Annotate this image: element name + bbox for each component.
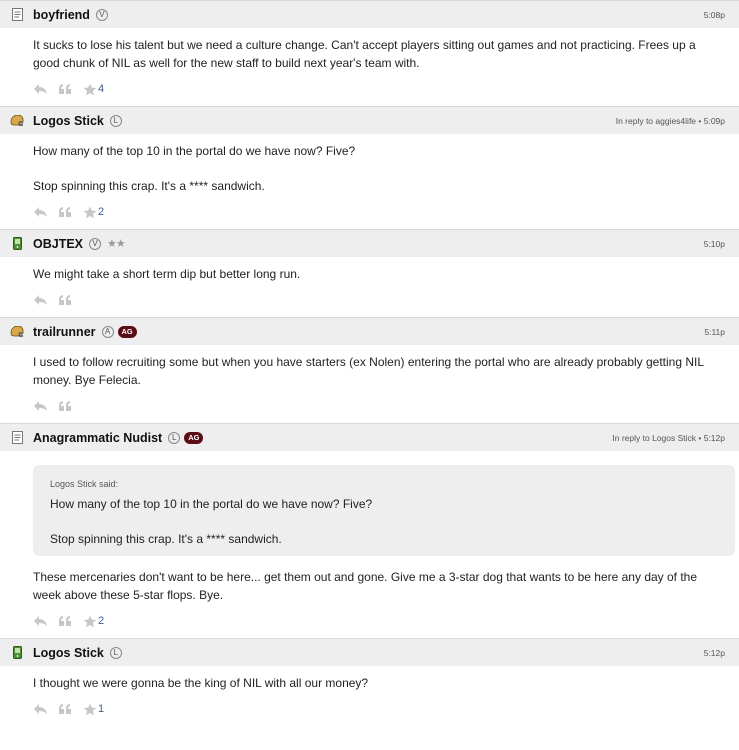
user-badge: L xyxy=(168,431,181,444)
reply-icon xyxy=(33,83,48,95)
reply-button[interactable] xyxy=(33,615,48,627)
post-meta[interactable]: 5:12p xyxy=(704,648,725,658)
post: trailrunner A AG 5:11p I used to follow recr… xyxy=(0,317,739,423)
document-icon xyxy=(10,8,24,22)
football-helmet-icon xyxy=(10,114,24,128)
reply-button[interactable] xyxy=(33,206,48,218)
user-badge: A xyxy=(101,325,114,338)
reply-icon xyxy=(33,294,48,306)
post: Logos Stick L 5:12p I thought we were gonna… xyxy=(0,638,739,726)
star-button[interactable]: 4 xyxy=(83,83,104,96)
post-actions xyxy=(0,283,739,317)
post-body: We might take a short term dip but bette… xyxy=(0,257,739,283)
post: Logos Stick L In reply to aggies4life • 5:… xyxy=(0,106,739,229)
post: Anagrammatic Nudist L AG In reply to Logos … xyxy=(0,423,739,638)
post-paragraph: Stop spinning this crap. It's a **** san… xyxy=(33,179,265,193)
user-badge: L xyxy=(109,114,122,127)
post-meta[interactable]: In reply to Logos Stick • 5:12p xyxy=(612,433,725,443)
username[interactable]: Logos Stick xyxy=(33,646,104,660)
post: OBJTEX V ★★ 5:10p We might take a short term… xyxy=(0,229,739,317)
star-button[interactable]: 2 xyxy=(83,206,104,219)
post-body: I used to follow recruiting some but whe… xyxy=(0,345,739,389)
username[interactable]: boyfriend xyxy=(33,8,90,22)
post-body: I thought we were gonna be the king of N… xyxy=(0,666,739,692)
star-count[interactable]: 2 xyxy=(98,206,104,218)
star-count[interactable]: 4 xyxy=(98,83,104,95)
reply-icon xyxy=(33,703,48,715)
post-body: Logos Stick said: How many of the top 10 … xyxy=(0,451,739,604)
quote-paragraph: Stop spinning this crap. It's a **** san… xyxy=(50,532,282,546)
quote-button[interactable] xyxy=(58,83,73,95)
post-paragraph: It sucks to lose his talent but we need … xyxy=(33,38,696,70)
username[interactable]: Anagrammatic Nudist xyxy=(33,431,162,445)
quote-button[interactable] xyxy=(58,703,73,715)
star-button[interactable]: 2 xyxy=(83,615,104,628)
star-icon xyxy=(83,615,97,628)
post-header: Logos Stick L In reply to aggies4life • 5:… xyxy=(0,107,739,134)
document-icon xyxy=(10,431,24,445)
football-helmet-icon xyxy=(10,325,24,339)
ag-badge: AG xyxy=(117,325,137,338)
quote-block: Logos Stick said: How many of the top 10 … xyxy=(33,465,735,556)
quote-button[interactable] xyxy=(58,206,73,218)
username[interactable]: trailrunner xyxy=(33,325,96,339)
star-count[interactable]: 1 xyxy=(98,703,104,715)
username[interactable]: OBJTEX xyxy=(33,237,83,251)
post-meta[interactable]: In reply to aggies4life • 5:09p xyxy=(616,116,725,126)
post-paragraph: I used to follow recruiting some but whe… xyxy=(33,355,704,387)
post-header: OBJTEX V ★★ 5:10p xyxy=(0,230,739,257)
post-meta[interactable]: 5:08p xyxy=(704,10,725,20)
reply-button[interactable] xyxy=(33,294,48,306)
post-body: It sucks to lose his talent but we need … xyxy=(0,28,739,72)
phone-icon xyxy=(10,646,24,660)
post-paragraph: I thought we were gonna be the king of N… xyxy=(33,676,369,690)
post-header: boyfriend V 5:08p xyxy=(0,1,739,28)
post-paragraph: We might take a short term dip but bette… xyxy=(33,267,301,281)
reply-button[interactable] xyxy=(33,400,48,412)
quote-attribution[interactable]: Logos Stick said: xyxy=(50,475,717,493)
username[interactable]: Logos Stick xyxy=(33,114,104,128)
post-body: How many of the top 10 in the portal do … xyxy=(0,134,739,195)
ag-badge: AG xyxy=(184,431,204,444)
quote-icon xyxy=(58,400,73,412)
quote-icon xyxy=(58,294,73,306)
star-icon xyxy=(83,703,97,716)
star-button[interactable]: 1 xyxy=(83,703,104,716)
reply-icon xyxy=(33,400,48,412)
post-actions: 1 xyxy=(0,692,739,726)
post-meta[interactable]: 5:11p xyxy=(704,327,725,337)
quote-button[interactable] xyxy=(58,294,73,306)
quote-icon xyxy=(58,83,73,95)
reply-button[interactable] xyxy=(33,703,48,715)
post-header: Anagrammatic Nudist L AG In reply to Logos … xyxy=(0,424,739,451)
reply-icon xyxy=(33,206,48,218)
post: boyfriend V 5:08p It sucks to lose his tale… xyxy=(0,0,739,106)
user-badge: V xyxy=(95,8,108,21)
quote-icon xyxy=(58,703,73,715)
quote-button[interactable] xyxy=(58,400,73,412)
post-actions: 4 xyxy=(0,72,739,106)
post-actions: 2 xyxy=(0,195,739,229)
phone-icon xyxy=(10,237,24,251)
star-icon xyxy=(83,206,97,219)
post-meta[interactable]: 5:10p xyxy=(704,239,725,249)
reply-button[interactable] xyxy=(33,83,48,95)
post-actions: 2 xyxy=(0,604,739,638)
post-header: trailrunner A AG 5:11p xyxy=(0,318,739,345)
post-paragraph: How many of the top 10 in the portal do … xyxy=(33,144,356,158)
quote-icon xyxy=(58,206,73,218)
post-paragraph: These mercenaries don't want to be here.… xyxy=(33,570,698,602)
star-count[interactable]: 2 xyxy=(98,615,104,627)
quote-button[interactable] xyxy=(58,615,73,627)
rating-stars: ★★ xyxy=(107,238,126,250)
quote-paragraph: How many of the top 10 in the portal do … xyxy=(50,497,373,511)
post-header: Logos Stick L 5:12p xyxy=(0,639,739,666)
post-actions xyxy=(0,389,739,423)
user-badge: V xyxy=(89,237,102,250)
user-badge: L xyxy=(109,646,122,659)
reply-icon xyxy=(33,615,48,627)
star-icon xyxy=(83,83,97,96)
quote-icon xyxy=(58,615,73,627)
thread-feed: boyfriend V 5:08p It sucks to lose his tale… xyxy=(0,0,739,726)
